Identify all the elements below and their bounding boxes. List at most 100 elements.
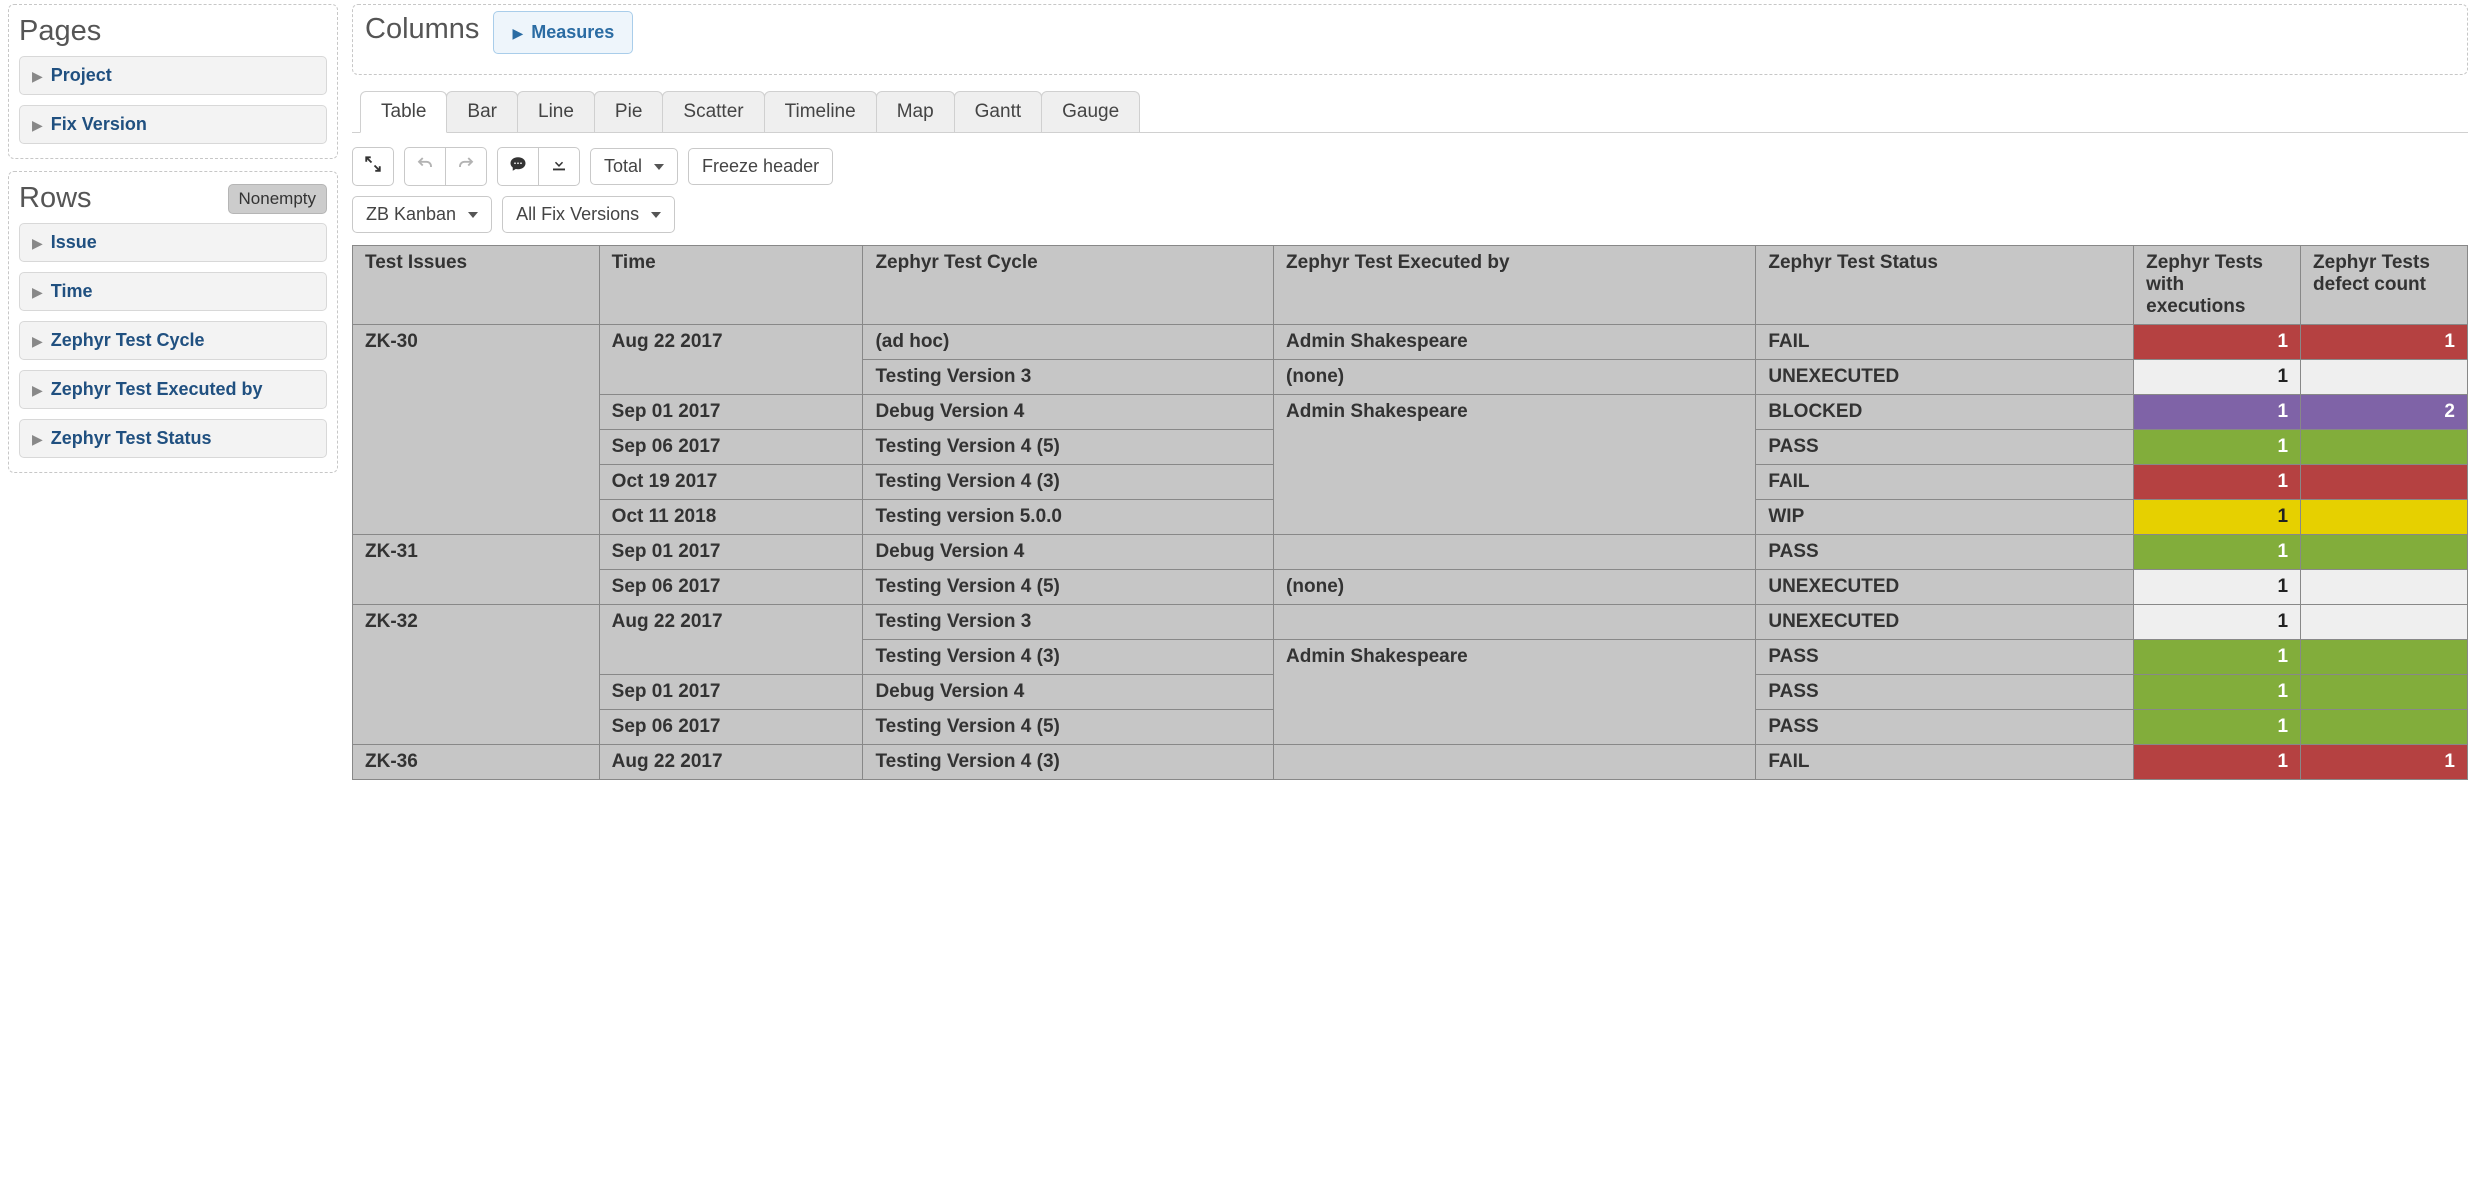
row-header-cell[interactable]: UNEXECUTED xyxy=(1756,360,2134,395)
row-header-cell[interactable]: Admin Shakespeare xyxy=(1274,325,1756,360)
nonempty-button[interactable]: Nonempty xyxy=(228,184,327,214)
row-header-cell[interactable]: FAIL xyxy=(1756,465,2134,500)
row-header-cell[interactable]: FAIL xyxy=(1756,745,2134,780)
row-header-cell[interactable]: Testing Version 4 (5) xyxy=(863,710,1274,745)
tab-bar[interactable]: Bar xyxy=(446,91,518,132)
dim-label: Zephyr Test Status xyxy=(51,428,212,449)
row-header-cell[interactable]: UNEXECUTED xyxy=(1756,570,2134,605)
row-header-cell[interactable]: PASS xyxy=(1756,640,2134,675)
row-header-cell[interactable]: (none) xyxy=(1274,570,1756,605)
row-header-cell[interactable] xyxy=(1274,535,1756,570)
table-row: Sep 06 2017Testing Version 4 (5)(none)UN… xyxy=(353,570,2468,605)
project-filter-dropdown[interactable]: ZB Kanban xyxy=(352,196,492,233)
row-header-cell[interactable]: Testing Version 4 (5) xyxy=(863,430,1274,465)
row-header-cell[interactable]: Oct 11 2018 xyxy=(599,500,863,535)
download-icon xyxy=(550,155,568,178)
col-header[interactable]: Time xyxy=(599,246,863,325)
row-header-cell[interactable]: Debug Version 4 xyxy=(863,395,1274,430)
row-header-cell[interactable]: PASS xyxy=(1756,430,2134,465)
col-header[interactable]: Zephyr Tests defect count xyxy=(2301,246,2468,325)
row-header-cell[interactable]: Aug 22 2017 xyxy=(599,745,863,780)
rows-item-zephyr-test-executed-by[interactable]: ▶Zephyr Test Executed by xyxy=(19,370,327,409)
row-header-cell[interactable]: Oct 19 2017 xyxy=(599,465,863,500)
value-cell: 1 xyxy=(2134,745,2301,780)
row-header-cell[interactable]: Sep 06 2017 xyxy=(599,570,863,605)
rows-item-time[interactable]: ▶Time xyxy=(19,272,327,311)
row-header-cell[interactable]: Testing Version 4 (3) xyxy=(863,640,1274,675)
row-header-cell[interactable]: PASS xyxy=(1756,675,2134,710)
tab-timeline[interactable]: Timeline xyxy=(764,91,877,132)
row-header-cell[interactable]: ZK-30 xyxy=(353,325,600,535)
row-header-cell[interactable]: Debug Version 4 xyxy=(863,675,1274,710)
table-row: Sep 01 2017Debug Version 4Admin Shakespe… xyxy=(353,395,2468,430)
chart-type-tabs: TableBarLinePieScatterTimelineMapGanttGa… xyxy=(352,91,2468,133)
row-header-cell[interactable]: Testing Version 4 (3) xyxy=(863,465,1274,500)
row-header-cell[interactable]: (none) xyxy=(1274,360,1756,395)
pages-item-project[interactable]: ▶Project xyxy=(19,56,327,95)
pages-item-fix-version[interactable]: ▶Fix Version xyxy=(19,105,327,144)
row-header-cell[interactable]: Aug 22 2017 xyxy=(599,325,863,395)
row-header-cell[interactable]: FAIL xyxy=(1756,325,2134,360)
measures-chip[interactable]: ▶ Measures xyxy=(493,11,633,54)
tab-table[interactable]: Table xyxy=(360,91,447,133)
row-header-cell[interactable]: ZK-31 xyxy=(353,535,600,605)
value-cell: 1 xyxy=(2134,570,2301,605)
row-header-cell[interactable]: WIP xyxy=(1756,500,2134,535)
row-header-cell[interactable]: ZK-36 xyxy=(353,745,600,780)
table-row: ZK-32Aug 22 2017Testing Version 3UNEXECU… xyxy=(353,605,2468,640)
fixversion-filter-dropdown[interactable]: All Fix Versions xyxy=(502,196,675,233)
tab-gantt[interactable]: Gantt xyxy=(954,91,1042,132)
row-header-cell[interactable]: BLOCKED xyxy=(1756,395,2134,430)
row-header-cell[interactable] xyxy=(1274,745,1756,780)
tab-gauge[interactable]: Gauge xyxy=(1041,91,1140,132)
total-dropdown[interactable]: Total xyxy=(590,148,678,185)
comment-icon xyxy=(509,155,527,178)
row-header-cell[interactable]: Sep 01 2017 xyxy=(599,535,863,570)
rows-item-zephyr-test-cycle[interactable]: ▶Zephyr Test Cycle xyxy=(19,321,327,360)
row-header-cell[interactable]: Debug Version 4 xyxy=(863,535,1274,570)
caret-down-icon xyxy=(468,212,478,218)
row-header-cell[interactable]: Testing version 5.0.0 xyxy=(863,500,1274,535)
rows-item-zephyr-test-status[interactable]: ▶Zephyr Test Status xyxy=(19,419,327,458)
tab-scatter[interactable]: Scatter xyxy=(662,91,764,132)
row-header-cell[interactable]: Testing Version 4 (3) xyxy=(863,745,1274,780)
row-header-cell[interactable]: PASS xyxy=(1756,535,2134,570)
row-header-cell[interactable]: Sep 01 2017 xyxy=(599,395,863,430)
row-header-cell[interactable]: (ad hoc) xyxy=(863,325,1274,360)
measures-label: Measures xyxy=(531,22,614,43)
row-header-cell[interactable]: Sep 06 2017 xyxy=(599,430,863,465)
row-header-cell[interactable]: Admin Shakespeare xyxy=(1274,395,1756,535)
row-header-cell[interactable]: Testing Version 3 xyxy=(863,360,1274,395)
tab-pie[interactable]: Pie xyxy=(594,91,663,132)
row-header-cell[interactable]: Sep 06 2017 xyxy=(599,710,863,745)
row-header-cell[interactable] xyxy=(1274,605,1756,640)
value-cell xyxy=(2301,465,2468,500)
row-header-cell[interactable]: Testing Version 3 xyxy=(863,605,1274,640)
export-button[interactable] xyxy=(538,147,580,186)
project-filter-label: ZB Kanban xyxy=(366,204,456,225)
col-header[interactable]: Zephyr Tests with executions xyxy=(2134,246,2301,325)
row-header-cell[interactable]: Sep 01 2017 xyxy=(599,675,863,710)
value-cell xyxy=(2301,360,2468,395)
row-header-cell[interactable]: ZK-32 xyxy=(353,605,600,745)
col-header[interactable]: Zephyr Test Executed by xyxy=(1274,246,1756,325)
tab-line[interactable]: Line xyxy=(517,91,595,132)
freeze-header-button[interactable]: Freeze header xyxy=(688,148,833,185)
col-header[interactable]: Zephyr Test Cycle xyxy=(863,246,1274,325)
columns-title: Columns xyxy=(365,11,479,46)
comment-button[interactable] xyxy=(497,147,539,186)
row-header-cell[interactable]: Admin Shakespeare xyxy=(1274,640,1756,745)
value-cell xyxy=(2301,535,2468,570)
tab-map[interactable]: Map xyxy=(876,91,955,132)
rows-title: Rows xyxy=(19,182,92,215)
row-header-cell[interactable]: UNEXECUTED xyxy=(1756,605,2134,640)
undo-button[interactable] xyxy=(404,147,446,186)
rows-item-issue[interactable]: ▶Issue xyxy=(19,223,327,262)
row-header-cell[interactable]: Aug 22 2017 xyxy=(599,605,863,675)
fullscreen-button[interactable] xyxy=(352,147,394,186)
redo-button[interactable] xyxy=(445,147,487,186)
col-header[interactable]: Test Issues xyxy=(353,246,600,325)
row-header-cell[interactable]: Testing Version 4 (5) xyxy=(863,570,1274,605)
row-header-cell[interactable]: PASS xyxy=(1756,710,2134,745)
col-header[interactable]: Zephyr Test Status xyxy=(1756,246,2134,325)
